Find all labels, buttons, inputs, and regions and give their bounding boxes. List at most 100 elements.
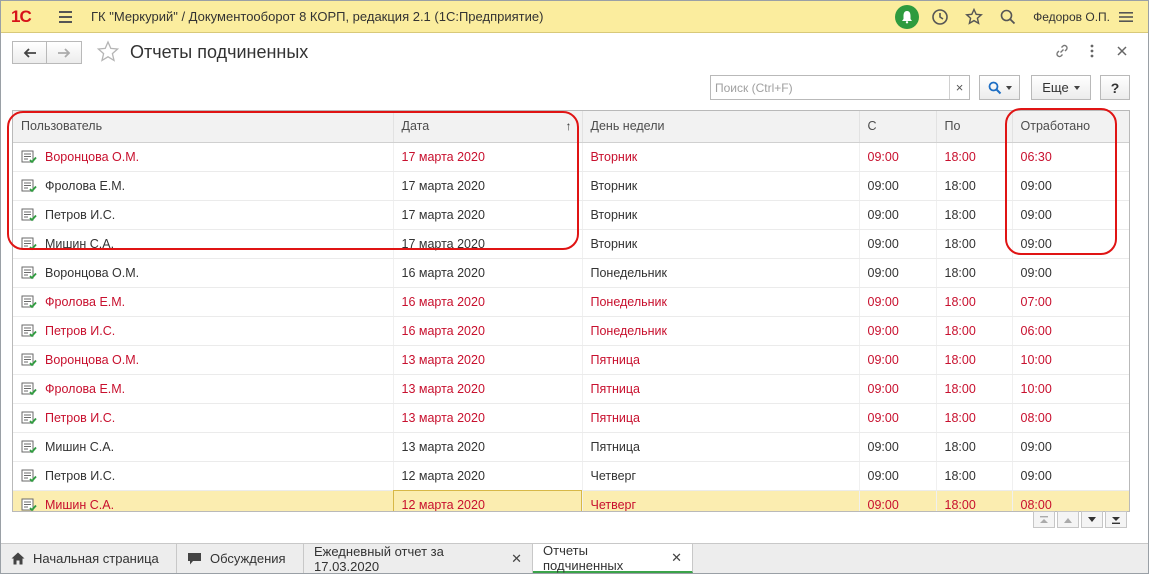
cell-worked[interactable]: 09:00 bbox=[1012, 171, 1129, 201]
table-row[interactable]: Петров И.С. 12 марта 2020 Четверг 09:00 18:0… bbox=[13, 461, 1129, 491]
cell-to[interactable]: 18:00 bbox=[936, 258, 1013, 288]
cell-weekday[interactable]: Вторник bbox=[582, 200, 860, 230]
table-row[interactable]: Петров И.С. 13 марта 2020 Пятница 09:00 18:0… bbox=[13, 403, 1129, 433]
table-row[interactable]: Воронцова О.М. 16 марта 2020 Понедельник 09… bbox=[13, 258, 1129, 288]
cell-weekday[interactable]: Понедельник bbox=[582, 287, 860, 317]
cell-to[interactable]: 18:00 bbox=[936, 461, 1013, 491]
column-header-worked[interactable]: Отработано bbox=[1012, 111, 1129, 143]
search-icon[interactable] bbox=[997, 6, 1019, 28]
cell-weekday[interactable]: Вторник bbox=[582, 229, 860, 259]
scroll-down-button[interactable] bbox=[1081, 511, 1103, 528]
cell-from[interactable]: 09:00 bbox=[859, 490, 937, 511]
cell-worked[interactable]: 09:00 bbox=[1012, 258, 1129, 288]
cell-weekday[interactable]: Понедельник bbox=[582, 258, 860, 288]
close-icon[interactable] bbox=[1114, 43, 1130, 59]
cell-from[interactable]: 09:00 bbox=[859, 461, 937, 491]
table-row[interactable]: Петров И.С. 17 марта 2020 Вторник 09:00 18:0… bbox=[13, 200, 1129, 230]
forward-button[interactable] bbox=[47, 41, 82, 64]
cell-user[interactable]: Воронцова О.М. bbox=[13, 258, 394, 288]
cell-weekday[interactable]: Пятница bbox=[582, 432, 860, 462]
cell-to[interactable]: 18:00 bbox=[936, 403, 1013, 433]
cell-date[interactable]: 13 марта 2020 bbox=[393, 374, 583, 404]
main-menu-icon[interactable] bbox=[53, 5, 77, 29]
cell-weekday[interactable]: Вторник bbox=[582, 142, 860, 172]
cell-date[interactable]: 17 марта 2020 bbox=[393, 142, 583, 172]
cell-user[interactable]: Фролова Е.М. bbox=[13, 374, 394, 404]
table-row[interactable]: Мишин С.А. 17 марта 2020 Вторник 09:00 18:00… bbox=[13, 229, 1129, 259]
cell-worked[interactable]: 06:00 bbox=[1012, 316, 1129, 346]
cell-from[interactable]: 09:00 bbox=[859, 142, 937, 172]
cell-user[interactable]: Петров И.С. bbox=[13, 200, 394, 230]
cell-date[interactable]: 13 марта 2020 bbox=[393, 345, 583, 375]
cell-weekday[interactable]: Пятница bbox=[582, 403, 860, 433]
cell-user[interactable]: Петров И.С. bbox=[13, 316, 394, 346]
cell-weekday[interactable]: Понедельник bbox=[582, 316, 860, 346]
cell-to[interactable]: 18:00 bbox=[936, 200, 1013, 230]
notifications-bell-icon[interactable] bbox=[895, 5, 920, 29]
cell-to[interactable]: 18:00 bbox=[936, 229, 1013, 259]
column-header-user[interactable]: Пользователь bbox=[13, 111, 394, 143]
add-to-favorites-star-icon[interactable] bbox=[96, 40, 120, 64]
cell-user[interactable]: Воронцова О.М. bbox=[13, 142, 394, 172]
cell-to[interactable]: 18:00 bbox=[936, 316, 1013, 346]
cell-weekday[interactable]: Вторник bbox=[582, 171, 860, 201]
cell-from[interactable]: 09:00 bbox=[859, 258, 937, 288]
column-header-to[interactable]: По bbox=[936, 111, 1013, 143]
table-row[interactable]: Фролова Е.М. 17 марта 2020 Вторник 09:00 18:… bbox=[13, 171, 1129, 201]
cell-user[interactable]: Мишин С.А. bbox=[13, 490, 394, 511]
search-input[interactable] bbox=[711, 76, 949, 99]
search-button[interactable] bbox=[979, 75, 1020, 100]
cell-worked[interactable]: 10:00 bbox=[1012, 374, 1129, 404]
form-more-icon[interactable] bbox=[1084, 43, 1100, 59]
table-row[interactable]: Фролова Е.М. 13 марта 2020 Пятница 09:00 18:… bbox=[13, 374, 1129, 404]
cell-worked[interactable]: 09:00 bbox=[1012, 200, 1129, 230]
table-row[interactable]: Петров И.С. 16 марта 2020 Понедельник 09:00… bbox=[13, 316, 1129, 346]
scroll-to-top-button[interactable] bbox=[1033, 511, 1055, 528]
cell-from[interactable]: 09:00 bbox=[859, 374, 937, 404]
cell-user[interactable]: Фролова Е.М. bbox=[13, 287, 394, 317]
cell-from[interactable]: 09:00 bbox=[859, 403, 937, 433]
cell-from[interactable]: 09:00 bbox=[859, 229, 937, 259]
cell-user[interactable]: Воронцова О.М. bbox=[13, 345, 394, 375]
cell-to[interactable]: 18:00 bbox=[936, 432, 1013, 462]
tab-close-icon[interactable]: ✕ bbox=[671, 550, 682, 566]
cell-user[interactable]: Мишин С.А. bbox=[13, 229, 394, 259]
help-button[interactable]: ? bbox=[1100, 75, 1130, 100]
cell-to[interactable]: 18:00 bbox=[936, 171, 1013, 201]
column-header-from[interactable]: С bbox=[859, 111, 937, 143]
cell-to[interactable]: 18:00 bbox=[936, 142, 1013, 172]
tab-daily-report[interactable]: Ежедневный отчет за 17.03.2020 ✕ bbox=[304, 544, 533, 574]
cell-from[interactable]: 09:00 bbox=[859, 316, 937, 346]
table-row[interactable]: Воронцова О.М. 13 марта 2020 Пятница 09:00 1… bbox=[13, 345, 1129, 375]
cell-from[interactable]: 09:00 bbox=[859, 287, 937, 317]
cell-user[interactable]: Петров И.С. bbox=[13, 461, 394, 491]
current-user[interactable]: Федоров О.П. bbox=[1033, 10, 1110, 24]
cell-date[interactable]: 13 марта 2020 bbox=[393, 432, 583, 462]
cell-user[interactable]: Петров И.С. bbox=[13, 403, 394, 433]
cell-date[interactable]: 16 марта 2020 bbox=[393, 258, 583, 288]
cell-worked[interactable]: 10:00 bbox=[1012, 345, 1129, 375]
cell-worked[interactable]: 06:30 bbox=[1012, 142, 1129, 172]
table-row[interactable]: Воронцова О.М. 17 марта 2020 Вторник 09:00 1… bbox=[13, 142, 1129, 172]
cell-date[interactable]: 17 марта 2020 bbox=[393, 229, 583, 259]
back-button[interactable] bbox=[12, 41, 47, 64]
cell-worked[interactable]: 07:00 bbox=[1012, 287, 1129, 317]
cell-worked[interactable]: 08:00 bbox=[1012, 403, 1129, 433]
cell-worked[interactable]: 09:00 bbox=[1012, 432, 1129, 462]
cell-date[interactable]: 17 марта 2020 bbox=[393, 200, 583, 230]
table-row[interactable]: Фролова Е.М. 16 марта 2020 Понедельник 09:0… bbox=[13, 287, 1129, 317]
history-icon[interactable] bbox=[929, 6, 951, 28]
cell-date[interactable]: 16 марта 2020 bbox=[393, 316, 583, 346]
cell-date[interactable]: 16 марта 2020 bbox=[393, 287, 583, 317]
table-row[interactable]: Мишин С.А. 12 марта 2020 Четверг 09:00 18:00… bbox=[13, 490, 1129, 511]
tab-close-icon[interactable]: ✕ bbox=[511, 551, 522, 567]
cell-worked[interactable]: 08:00 bbox=[1012, 490, 1129, 511]
favorites-star-icon[interactable] bbox=[963, 6, 985, 28]
cell-to[interactable]: 18:00 bbox=[936, 374, 1013, 404]
cell-from[interactable]: 09:00 bbox=[859, 200, 937, 230]
cell-weekday[interactable]: Четверг bbox=[582, 461, 860, 491]
tab-discussions[interactable]: Обсуждения bbox=[177, 544, 304, 573]
cell-user[interactable]: Мишин С.А. bbox=[13, 432, 394, 462]
cell-to[interactable]: 18:00 bbox=[936, 287, 1013, 317]
tab-subordinate-reports[interactable]: Отчеты подчиненных ✕ bbox=[533, 543, 693, 573]
